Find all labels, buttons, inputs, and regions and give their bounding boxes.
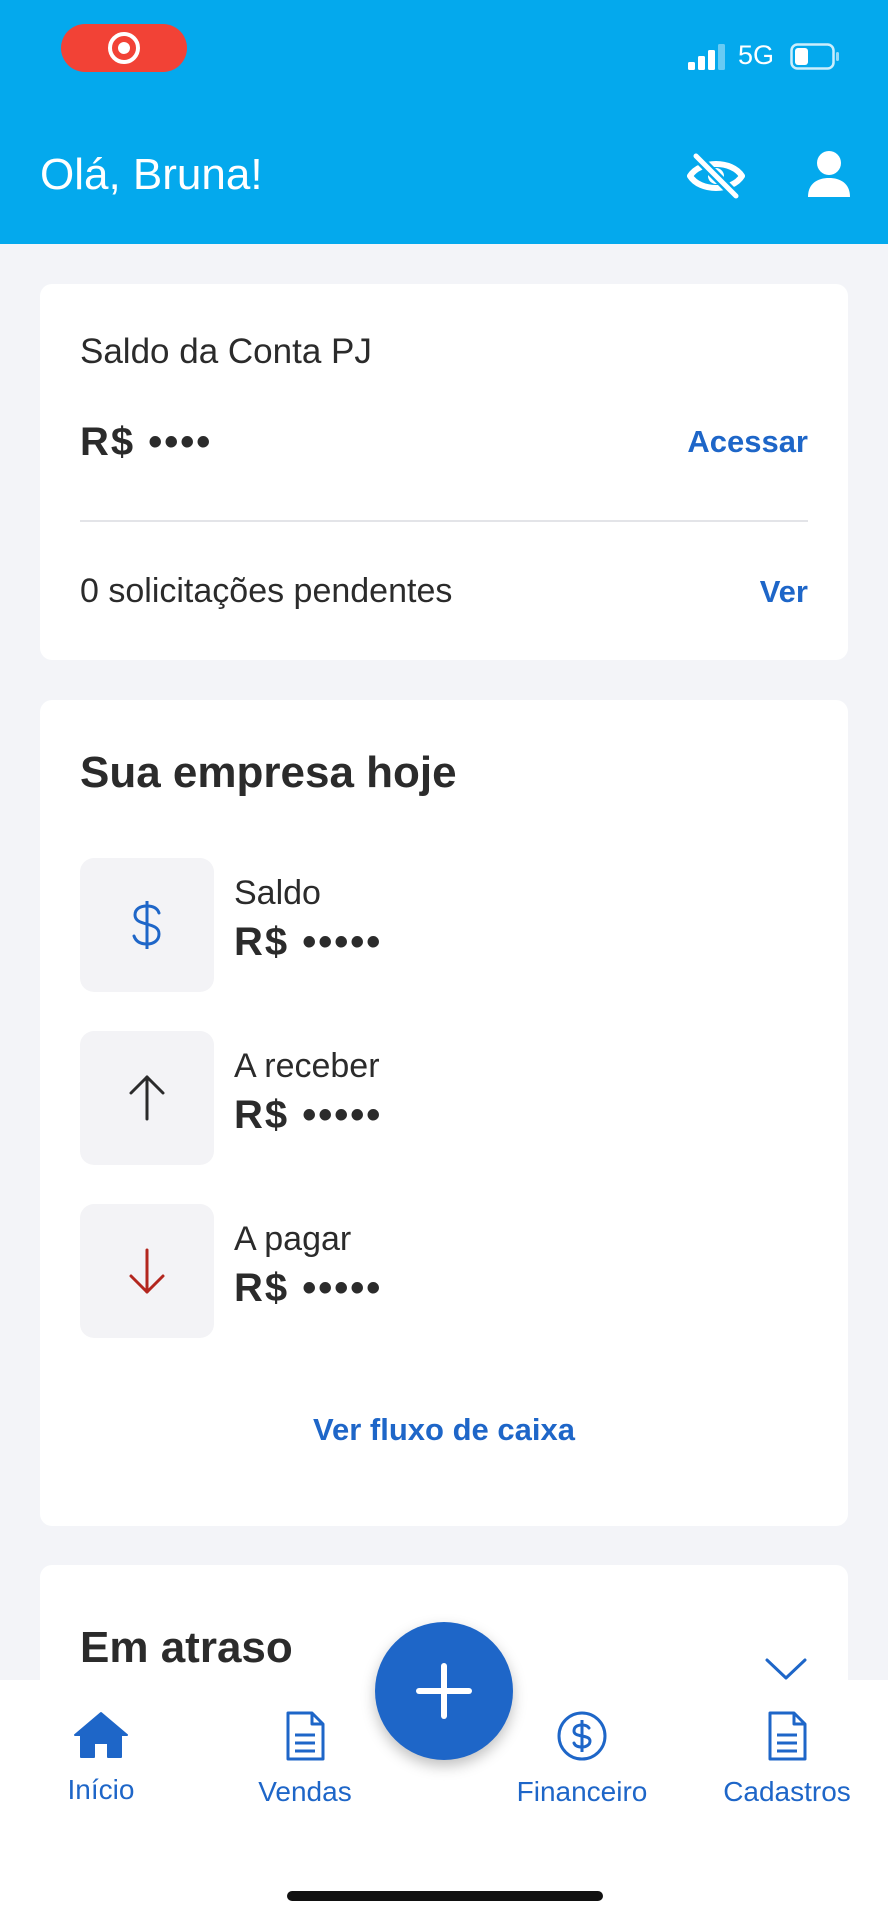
user-profile-icon[interactable] bbox=[806, 150, 852, 198]
nav-item-financeiro[interactable]: Financeiro bbox=[497, 1710, 667, 1808]
nav-item-vendas[interactable]: Vendas bbox=[220, 1710, 390, 1808]
summary-label: A receber bbox=[234, 1047, 380, 1085]
chevron-down-icon[interactable] bbox=[764, 1657, 808, 1681]
plus-icon bbox=[416, 1663, 472, 1719]
account-balance-value: R$ •••• bbox=[80, 420, 213, 464]
document-icon bbox=[768, 1711, 807, 1761]
screen-recording-indicator[interactable] bbox=[61, 24, 187, 72]
app-header: 5G Olá, Bruna! bbox=[0, 0, 888, 244]
divider bbox=[80, 520, 808, 522]
home-icon bbox=[74, 1712, 128, 1758]
dollar-circle-icon bbox=[557, 1711, 607, 1761]
nav-label: Cadastros bbox=[723, 1776, 851, 1807]
eye-off-icon[interactable] bbox=[686, 150, 746, 202]
nav-label: Vendas bbox=[258, 1776, 352, 1807]
summary-row-saldo: Saldo R$ ••••• bbox=[80, 858, 780, 992]
arrow-up-icon bbox=[80, 1031, 214, 1165]
section-title: Em atraso bbox=[80, 1623, 293, 1672]
home-indicator bbox=[287, 1891, 603, 1901]
summary-row-a-receber: A receber R$ ••••• bbox=[80, 1031, 780, 1165]
signal-icon bbox=[688, 44, 725, 70]
cash-flow-link[interactable]: Ver fluxo de caixa bbox=[40, 1412, 848, 1448]
access-account-link[interactable]: Acessar bbox=[687, 424, 808, 460]
add-button[interactable] bbox=[375, 1622, 513, 1760]
nav-item-inicio[interactable]: Início bbox=[16, 1710, 186, 1806]
summary-label: A pagar bbox=[234, 1220, 352, 1258]
summary-label: Saldo bbox=[234, 874, 321, 912]
dollar-icon bbox=[80, 858, 214, 992]
network-type: 5G bbox=[738, 40, 775, 70]
account-title: Saldo da Conta PJ bbox=[80, 332, 372, 371]
nav-label: Início bbox=[67, 1774, 135, 1805]
summary-value: R$ ••••• bbox=[234, 1093, 383, 1137]
pending-requests-text: 0 solicitações pendentes bbox=[80, 572, 453, 610]
view-requests-link[interactable]: Ver bbox=[760, 574, 808, 610]
summary-value: R$ ••••• bbox=[234, 1266, 383, 1310]
account-balance-card: Saldo da Conta PJ R$ •••• Acessar 0 soli… bbox=[40, 284, 848, 660]
company-today-card: Sua empresa hoje Saldo R$ ••••• A recebe… bbox=[40, 700, 848, 1526]
record-icon bbox=[108, 32, 140, 64]
greeting-title: Olá, Bruna! bbox=[40, 150, 263, 199]
battery-icon bbox=[790, 43, 839, 70]
nav-item-cadastros[interactable]: Cadastros bbox=[702, 1710, 872, 1808]
section-title: Sua empresa hoje bbox=[80, 748, 457, 797]
summary-row-a-pagar: A pagar R$ ••••• bbox=[80, 1204, 780, 1338]
nav-label: Financeiro bbox=[516, 1776, 648, 1807]
document-icon bbox=[286, 1711, 325, 1761]
summary-value: R$ ••••• bbox=[234, 920, 383, 964]
arrow-down-icon bbox=[80, 1204, 214, 1338]
